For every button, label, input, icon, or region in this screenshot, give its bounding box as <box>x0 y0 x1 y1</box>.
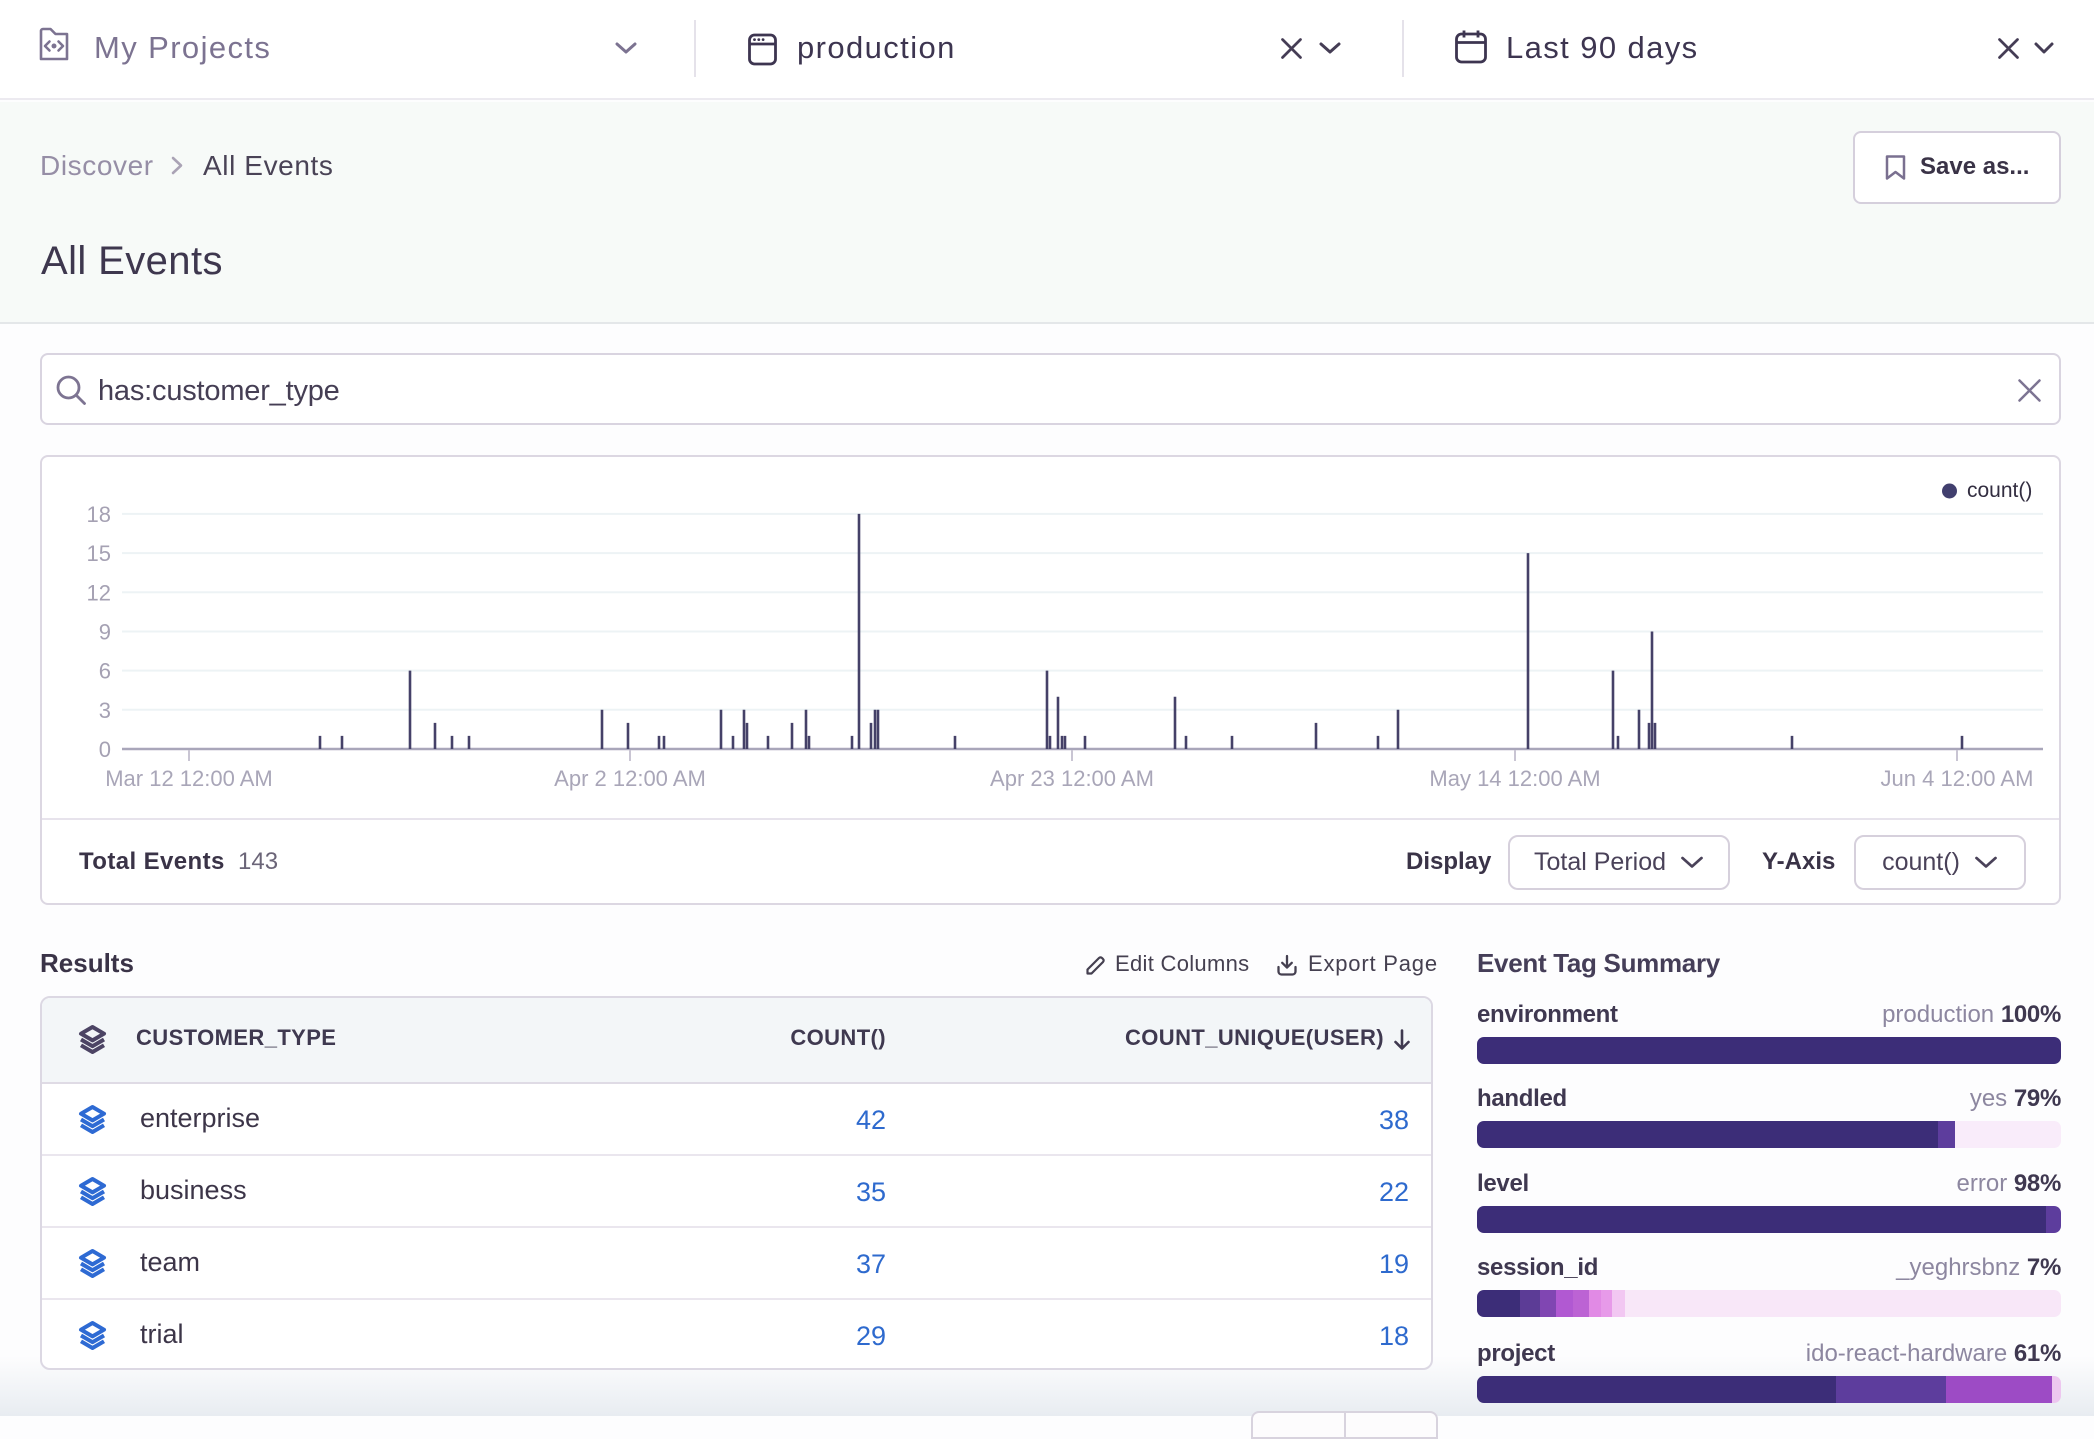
svg-text:0: 0 <box>99 737 111 762</box>
svg-text:15: 15 <box>87 541 111 566</box>
svg-text:Apr 23 12:00 AM: Apr 23 12:00 AM <box>990 766 1154 791</box>
svg-text:12: 12 <box>87 580 111 605</box>
svg-text:18: 18 <box>87 502 111 527</box>
svg-text:Jun 4 12:00 AM: Jun 4 12:00 AM <box>1881 766 2034 791</box>
svg-text:count(): count() <box>1967 479 2032 502</box>
svg-text:Apr 2 12:00 AM: Apr 2 12:00 AM <box>554 766 706 791</box>
svg-text:3: 3 <box>99 698 111 723</box>
svg-text:Mar 12 12:00 AM: Mar 12 12:00 AM <box>105 766 273 791</box>
svg-text:6: 6 <box>99 659 111 684</box>
svg-text:May 14 12:00 AM: May 14 12:00 AM <box>1429 766 1600 791</box>
svg-text:9: 9 <box>99 620 111 645</box>
